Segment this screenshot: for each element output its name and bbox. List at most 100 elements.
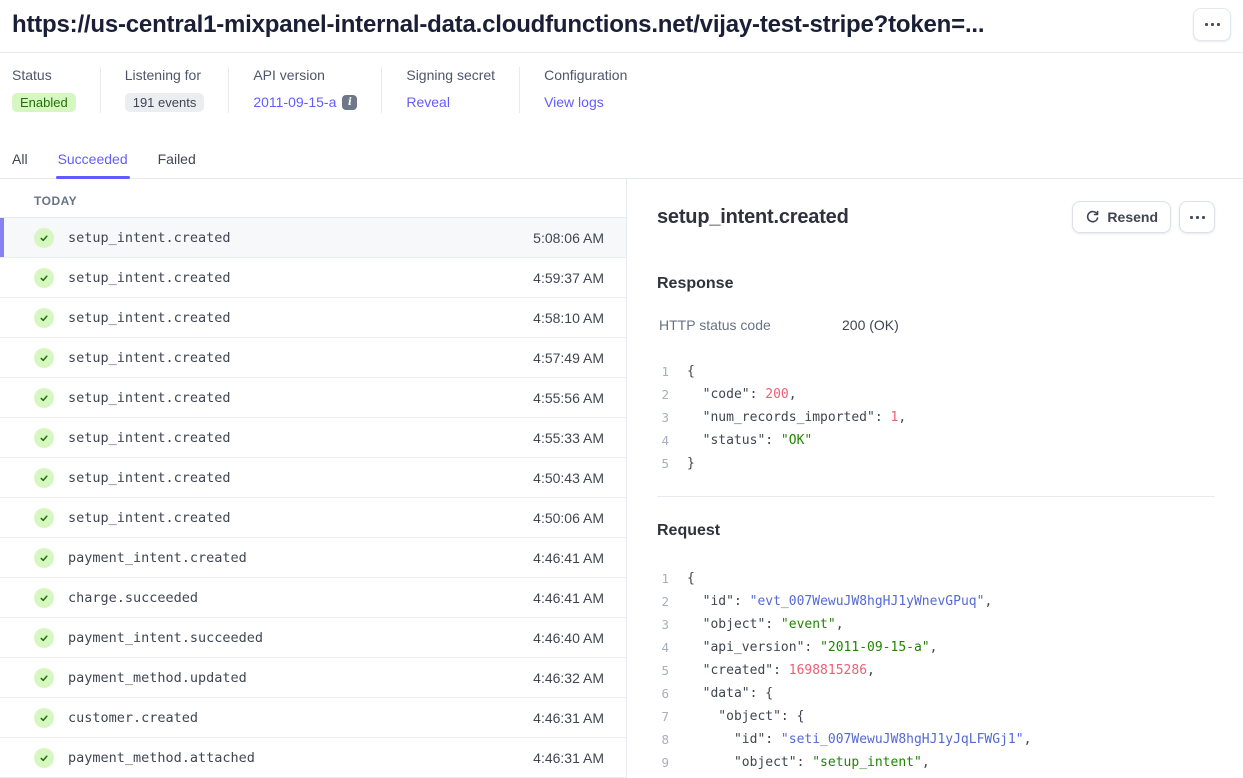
event-row[interactable]: setup_intent.created4:57:49 AM	[0, 338, 626, 378]
line-number: 9	[657, 755, 669, 770]
event-row[interactable]: payment_intent.created 4:46:41 AM	[0, 538, 626, 578]
events-count-badge: 191 events	[125, 93, 205, 112]
ellipsis-icon	[1190, 216, 1205, 219]
section-divider	[657, 496, 1215, 497]
code-line: 7 "object": {	[657, 705, 1215, 728]
event-type: setup_intent.created	[68, 310, 231, 326]
event-type: charge.succeeded	[68, 590, 198, 606]
event-row[interactable]: payment_intent.succeeded 4:46:40 AM	[0, 618, 626, 658]
event-row[interactable]: setup_intent.created5:08:06 AM	[0, 218, 626, 258]
event-type: setup_intent.created	[68, 350, 231, 366]
event-row[interactable]: setup_intent.created4:55:56 AM	[0, 378, 626, 418]
webhook-endpoint-page: https://us-central1-mixpanel-internal-da…	[0, 0, 1243, 778]
line-number: 3	[657, 617, 669, 632]
date-group-label: TODAY	[0, 179, 626, 218]
reveal-secret-link[interactable]: Reveal	[406, 94, 450, 110]
check-icon	[34, 588, 54, 608]
event-list-panel: TODAY setup_intent.created5:08:06 AMsetu…	[0, 179, 627, 778]
status-label: Signing secret	[406, 67, 495, 83]
check-icon	[34, 628, 54, 648]
event-row[interactable]: setup_intent.created4:50:06 AM	[0, 498, 626, 538]
endpoint-url-title: https://us-central1-mixpanel-internal-da…	[12, 8, 984, 42]
line-number: 2	[657, 594, 669, 609]
detail-overflow-button[interactable]	[1179, 201, 1215, 233]
event-row[interactable]: payment_method.updated 4:46:32 AM	[0, 658, 626, 698]
api-version-link[interactable]: 2011-09-15-a	[253, 94, 336, 110]
event-row[interactable]: payment_method.attached 4:46:31 AM	[0, 738, 626, 778]
event-rows: setup_intent.created5:08:06 AMsetup_inte…	[0, 218, 626, 778]
event-type: payment_method.updated	[68, 670, 247, 686]
check-icon	[34, 268, 54, 288]
ellipsis-icon	[1205, 23, 1220, 26]
event-time: 4:46:41 AM	[533, 590, 626, 606]
resend-button[interactable]: Resend	[1072, 201, 1171, 233]
line-number: 7	[657, 709, 669, 724]
code-line: 5}	[657, 452, 1215, 475]
code-line: 8 "id": "seti_007WewuJW8hgHJ1yJqLFWGj1",	[657, 728, 1215, 751]
http-status-label: HTTP status code	[659, 317, 842, 333]
check-icon	[34, 228, 54, 248]
code-line: 2 "id": "evt_007WewuJW8hgHJ1yWnevGPuq",	[657, 590, 1215, 613]
header-overflow-button[interactable]	[1193, 8, 1231, 41]
event-detail-panel: setup_intent.created Resend Response	[627, 179, 1243, 778]
request-heading: Request	[657, 522, 1215, 540]
line-number: 1	[657, 364, 669, 379]
line-number: 5	[657, 456, 669, 471]
event-time: 4:46:41 AM	[533, 550, 626, 566]
resend-label: Resend	[1107, 209, 1158, 225]
response-heading: Response	[657, 275, 1215, 293]
check-icon	[34, 428, 54, 448]
resend-icon	[1085, 210, 1100, 225]
event-time: 4:46:31 AM	[533, 710, 626, 726]
status-label: Status	[12, 67, 76, 83]
view-logs-link[interactable]: View logs	[544, 94, 604, 110]
event-type: payment_intent.created	[68, 550, 247, 566]
check-icon	[34, 508, 54, 528]
event-filter-tabs: All Succeeded Failed	[0, 151, 1243, 179]
event-row[interactable]: setup_intent.created4:50:43 AM	[0, 458, 626, 498]
event-time: 4:50:43 AM	[533, 470, 626, 486]
check-icon	[34, 388, 54, 408]
event-row[interactable]: setup_intent.created4:59:37 AM	[0, 258, 626, 298]
detail-title: setup_intent.created	[657, 206, 849, 229]
info-icon[interactable]: i	[342, 95, 357, 110]
code-line: 1{	[657, 567, 1215, 590]
event-time: 4:58:10 AM	[533, 310, 626, 326]
event-row[interactable]: customer.created 4:46:31 AM	[0, 698, 626, 738]
main-content: TODAY setup_intent.created5:08:06 AMsetu…	[0, 179, 1243, 778]
event-time: 4:46:31 AM	[533, 750, 626, 766]
tab-all[interactable]: All	[12, 151, 28, 178]
http-status-row: HTTP status code 200 (OK)	[657, 317, 1215, 333]
line-number: 1	[657, 571, 669, 586]
check-icon	[34, 548, 54, 568]
code-line: 5 "created": 1698815286,	[657, 659, 1215, 682]
request-code-block: 1{2 "id": "evt_007WewuJW8hgHJ1yWnevGPuq"…	[657, 567, 1215, 774]
check-icon	[34, 668, 54, 688]
event-type: setup_intent.created	[68, 430, 231, 446]
event-row[interactable]: charge.succeeded 4:46:41 AM	[0, 578, 626, 618]
code-line: 1{	[657, 360, 1215, 383]
http-status-value: 200 (OK)	[842, 317, 899, 333]
status-label: API version	[253, 67, 357, 83]
tab-failed[interactable]: Failed	[158, 151, 196, 178]
event-row[interactable]: setup_intent.created4:55:33 AM	[0, 418, 626, 458]
event-type: customer.created	[68, 710, 198, 726]
line-number: 8	[657, 732, 669, 747]
check-icon	[34, 748, 54, 768]
code-line: 2 "code": 200,	[657, 383, 1215, 406]
check-icon	[34, 308, 54, 328]
status-enabled-badge: Enabled	[12, 93, 76, 112]
event-time: 4:46:32 AM	[533, 670, 626, 686]
code-line: 3 "num_records_imported": 1,	[657, 406, 1215, 429]
event-row[interactable]: setup_intent.created 4:58:10 AM	[0, 298, 626, 338]
event-type: setup_intent.created	[68, 510, 231, 526]
event-type: payment_intent.succeeded	[68, 630, 263, 646]
response-code-block: 1{2 "code": 200,3 "num_records_imported"…	[657, 360, 1215, 475]
status-label: Configuration	[544, 67, 627, 83]
line-number: 2	[657, 387, 669, 402]
event-time: 4:46:40 AM	[533, 630, 626, 646]
tab-succeeded[interactable]: Succeeded	[58, 151, 128, 178]
event-type: payment_method.attached	[68, 750, 255, 766]
code-line: 3 "object": "event",	[657, 613, 1215, 636]
check-icon	[34, 348, 54, 368]
